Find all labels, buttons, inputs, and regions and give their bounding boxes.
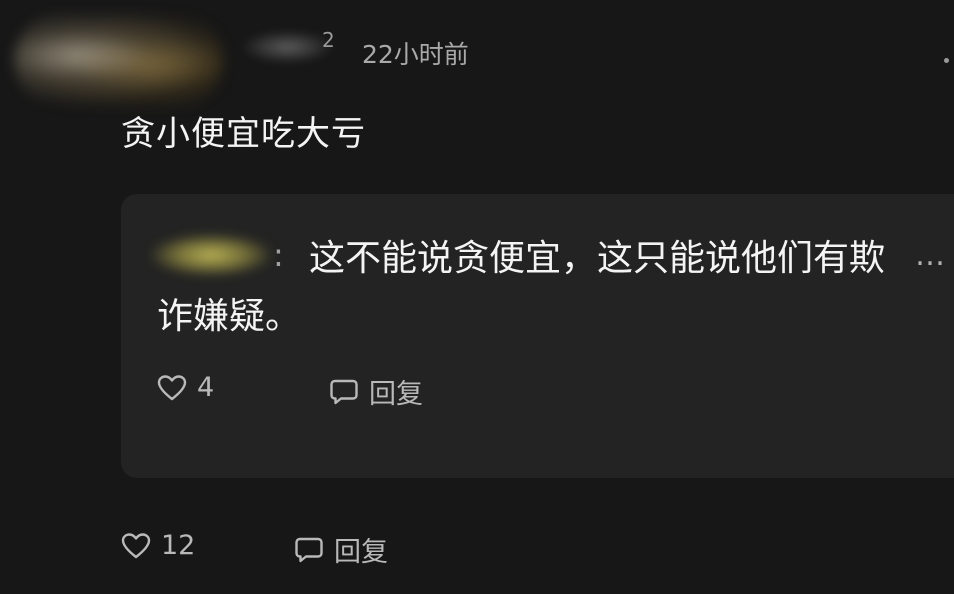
reply-like-count: 4	[197, 372, 215, 403]
comment-reply-label: 回复	[334, 537, 388, 568]
comment-like-count: 12	[161, 530, 196, 561]
comment-bubble-icon	[294, 536, 324, 564]
comment-bubble-icon	[329, 378, 359, 406]
reply-more-button[interactable]: …	[915, 238, 947, 273]
user-avatar[interactable]	[14, 14, 224, 106]
reply-like-button[interactable]: 4	[157, 372, 214, 403]
username-suffix: 2	[322, 28, 335, 52]
reply-card[interactable]: : 这不能说贪便宜，这只能说他们有欺诈嫌疑。 … 4 回复	[121, 194, 954, 478]
comment-timestamp: 22小时前	[362, 40, 469, 69]
reply-reply-label: 回复	[369, 379, 423, 410]
heart-icon	[121, 532, 151, 560]
reply-text: 这不能说贪便宜，这只能说他们有欺诈嫌疑。	[157, 238, 886, 337]
heart-icon	[157, 374, 187, 402]
username-redacted[interactable]	[240, 30, 335, 64]
comment-reply-button[interactable]: 回复	[294, 530, 388, 569]
comment-like-button[interactable]: 12	[121, 530, 195, 561]
reply-reply-button[interactable]: 回复	[329, 372, 423, 411]
comment-text: 贪小便宜吃大亏	[121, 114, 366, 154]
comment-thread: 2 22小时前 贪小便宜吃大亏 : 这不能说贪便宜，这只能说他们有欺诈嫌疑。 ……	[0, 0, 954, 594]
more-options-dot[interactable]	[944, 58, 949, 63]
